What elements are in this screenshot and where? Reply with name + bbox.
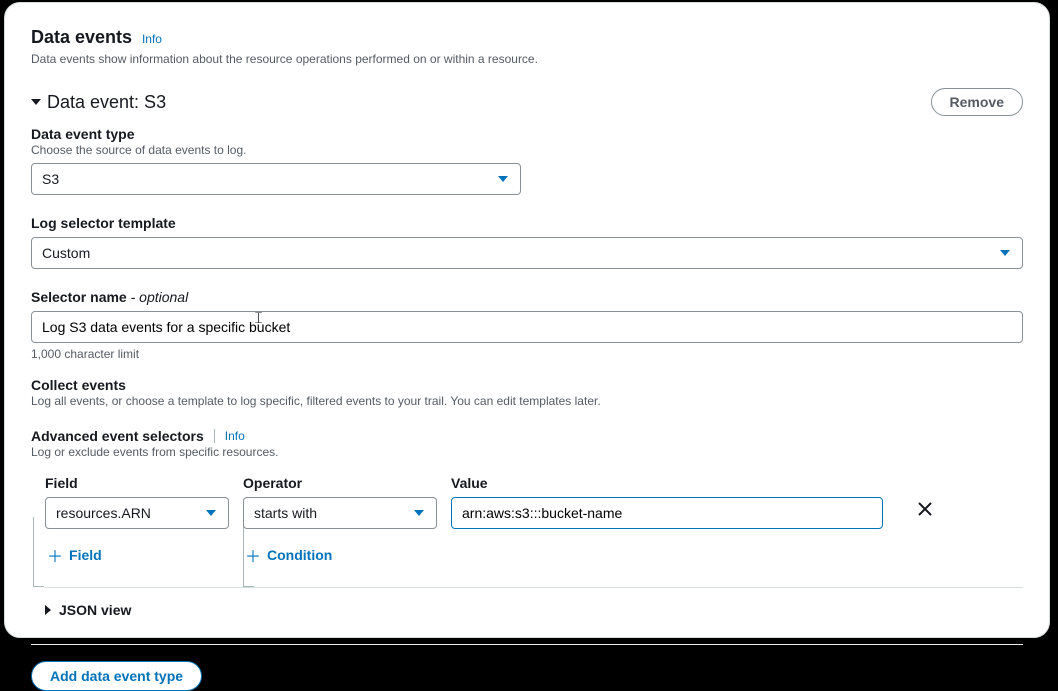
remove-row-button[interactable] — [917, 501, 933, 522]
selector-name-input[interactable] — [31, 311, 1023, 343]
advanced-info-link[interactable]: Info — [225, 429, 245, 443]
panel-desc: Data events show information about the r… — [31, 52, 1023, 66]
chevron-down-icon — [414, 510, 424, 516]
collect-events-help: Log all events, or choose a template to … — [31, 394, 1023, 408]
log-selector-template-label: Log selector template — [31, 215, 1023, 231]
field-select-value: resources.ARN — [56, 505, 151, 521]
json-view-label: JSON view — [59, 602, 131, 618]
chevron-down-icon — [206, 510, 216, 516]
operator-select-value: starts with — [254, 505, 317, 521]
data-events-panel: Data events Info Data events show inform… — [4, 2, 1050, 638]
selector-name-optional: - optional — [127, 289, 188, 305]
panel-header: Data events Info Data events show inform… — [31, 27, 1023, 66]
data-event-type-help: Choose the source of data events to log. — [31, 143, 1023, 157]
add-data-event-type-button[interactable]: Add data event type — [31, 661, 202, 691]
add-condition-label: Condition — [267, 547, 332, 563]
plus-icon: ＋ — [47, 543, 63, 567]
divider — [45, 587, 1023, 588]
operator-col-header: Operator — [243, 475, 437, 491]
selector-name-label: Selector name — [31, 289, 127, 305]
log-selector-template-select[interactable]: Custom — [31, 237, 1023, 269]
json-view-toggle[interactable]: JSON view — [31, 602, 1023, 618]
field-select[interactable]: resources.ARN — [45, 497, 229, 529]
divider — [214, 429, 215, 443]
log-selector-template-value: Custom — [42, 245, 90, 261]
chevron-down-icon — [1000, 250, 1010, 256]
divider — [31, 644, 1023, 645]
selector-name-limit: 1,000 character limit — [31, 347, 1023, 361]
data-event-type-select[interactable]: S3 — [31, 163, 521, 195]
advanced-selectors-label: Advanced event selectors — [31, 428, 204, 444]
data-event-type-label: Data event type — [31, 126, 1023, 142]
advanced-selectors-help: Log or exclude events from specific reso… — [31, 445, 1023, 459]
add-field-label: Field — [69, 547, 102, 563]
data-event-expander[interactable]: Data event: S3 — [31, 92, 166, 113]
info-link[interactable]: Info — [142, 32, 162, 46]
value-input[interactable] — [451, 497, 883, 529]
remove-button[interactable]: Remove — [931, 88, 1023, 116]
chevron-down-icon — [498, 176, 508, 182]
panel-title: Data events — [31, 27, 132, 47]
data-event-title: Data event: S3 — [47, 92, 166, 113]
collect-events-label: Collect events — [31, 377, 1023, 393]
operator-select[interactable]: starts with — [243, 497, 437, 529]
caret-down-icon — [31, 99, 41, 105]
add-field-button[interactable]: ＋ Field — [45, 537, 229, 573]
close-icon — [917, 501, 933, 517]
add-condition-button[interactable]: ＋ Condition — [243, 537, 437, 573]
plus-icon: ＋ — [245, 543, 261, 567]
field-col-header: Field — [45, 475, 229, 491]
selector-row: Field resources.ARN Operator starts with… — [31, 475, 1023, 529]
data-event-type-value: S3 — [42, 171, 59, 187]
value-col-header: Value — [451, 475, 883, 491]
caret-right-icon — [45, 605, 51, 615]
